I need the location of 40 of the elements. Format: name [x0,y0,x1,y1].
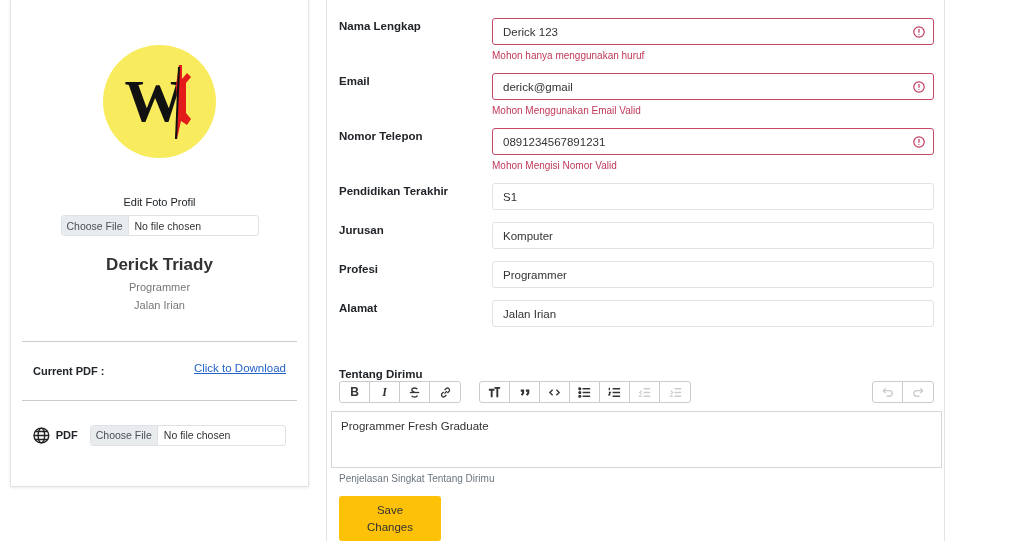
field-label: Jurusan [339,224,385,238]
bold-button[interactable]: B [340,382,370,402]
text-field[interactable]: Derick 123 [492,18,934,45]
field-label: Alamat [339,302,379,316]
alert-icon [913,80,925,93]
about-label: Tentang Dirimu [339,368,424,380]
italic-button[interactable]: I [370,382,400,402]
help-text: Penjelasan Singkat Tentang Dirimu [339,473,496,484]
current-pdf-label: Current PDF : [33,365,105,377]
profile-profession: Programmer [128,281,191,293]
pdf-label: PDF [55,429,78,441]
strike-icon [407,384,422,400]
field-label: Email [339,75,371,89]
field-label: Pendidikan Terakhir [339,185,450,199]
edit-photo-label: Edit Foto Profil [123,196,196,208]
profile-name: Derick Triady [106,255,213,275]
heading-icon [487,384,502,400]
rich-text-editor[interactable]: Programmer Fresh Graduate [331,411,942,468]
bullets-icon [577,384,592,400]
logo-letter: W [124,67,183,136]
text-field[interactable]: Komputer [492,222,934,249]
alert-icon [913,25,925,38]
text-field[interactable]: 0891234567891231 [492,128,934,155]
field-label: Nama Lengkap [339,20,422,34]
download-link[interactable]: Click to Download [193,362,286,374]
error-message: Mohon hanya menggunakan huruf [492,50,646,61]
text-field[interactable]: Programmer [492,261,934,288]
field-label: Nomor Telepon [339,130,424,144]
photo-file-input[interactable]: Choose File No file chosen [60,215,259,236]
profile-address: Jalan Irian [134,299,185,311]
text-field[interactable]: S1 [492,183,934,210]
pdf-file-input[interactable]: Choose File No file chosen [89,424,286,446]
field-label: Profesi [339,263,379,277]
error-message: Mohon Mengisi Nomor Valid [492,160,618,171]
globe-icon [33,426,50,444]
text-field[interactable]: Jalan Irian [492,300,934,327]
save-button[interactable]: Save Changes [339,496,441,541]
text-field[interactable]: derick@gmail [492,73,934,100]
alert-icon [913,135,925,148]
error-message: Mohon Menggunakan Email Valid [492,105,642,116]
